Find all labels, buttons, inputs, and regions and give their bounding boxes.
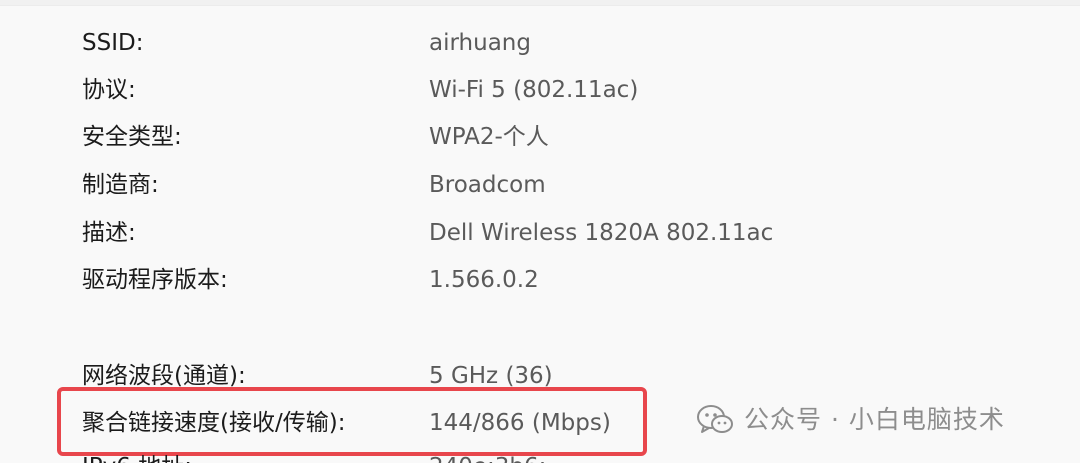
top-divider bbox=[0, 0, 1080, 6]
property-row-description: 描述: Dell Wireless 1820A 802.11ac bbox=[0, 215, 1080, 251]
property-label: 安全类型: bbox=[82, 124, 182, 150]
property-label: 驱动程序版本: bbox=[82, 267, 228, 293]
property-label: 描述: bbox=[82, 220, 136, 246]
watermark-text: 公众号 · 小白电脑技术 bbox=[744, 405, 1005, 434]
property-row-security-type: 安全类型: WPA2-个人 bbox=[0, 119, 1080, 155]
property-row-protocol: 协议: Wi-Fi 5 (802.11ac) bbox=[0, 72, 1080, 108]
property-label: IPv6 地址: bbox=[82, 455, 192, 463]
property-value: Broadcom bbox=[429, 172, 546, 198]
wechat-icon bbox=[697, 405, 733, 433]
property-value: 1.566.0.2 bbox=[429, 267, 539, 293]
property-label: 制造商: bbox=[82, 172, 159, 198]
property-value: 240e:3b6:... bbox=[429, 455, 568, 463]
property-row-manufacturer: 制造商: Broadcom bbox=[0, 167, 1080, 203]
property-row-ipv6-cutoff: IPv6 地址: 240e:3b6:... bbox=[0, 455, 1080, 463]
property-row-ssid: SSID: airhuang bbox=[0, 25, 1080, 61]
wechat-watermark: 公众号 · 小白电脑技术 bbox=[696, 401, 1005, 439]
property-value: Dell Wireless 1820A 802.11ac bbox=[429, 220, 774, 246]
property-label: SSID: bbox=[82, 30, 144, 56]
property-value: Wi-Fi 5 (802.11ac) bbox=[429, 77, 639, 103]
wifi-properties-panel: SSID: airhuang 协议: Wi-Fi 5 (802.11ac) 安全… bbox=[0, 0, 1080, 463]
property-row-driver-version: 驱动程序版本: 1.566.0.2 bbox=[0, 262, 1080, 298]
property-label: 协议: bbox=[82, 77, 136, 103]
property-value: WPA2-个人 bbox=[429, 124, 549, 150]
property-value: airhuang bbox=[429, 30, 531, 56]
highlight-box bbox=[57, 387, 647, 456]
